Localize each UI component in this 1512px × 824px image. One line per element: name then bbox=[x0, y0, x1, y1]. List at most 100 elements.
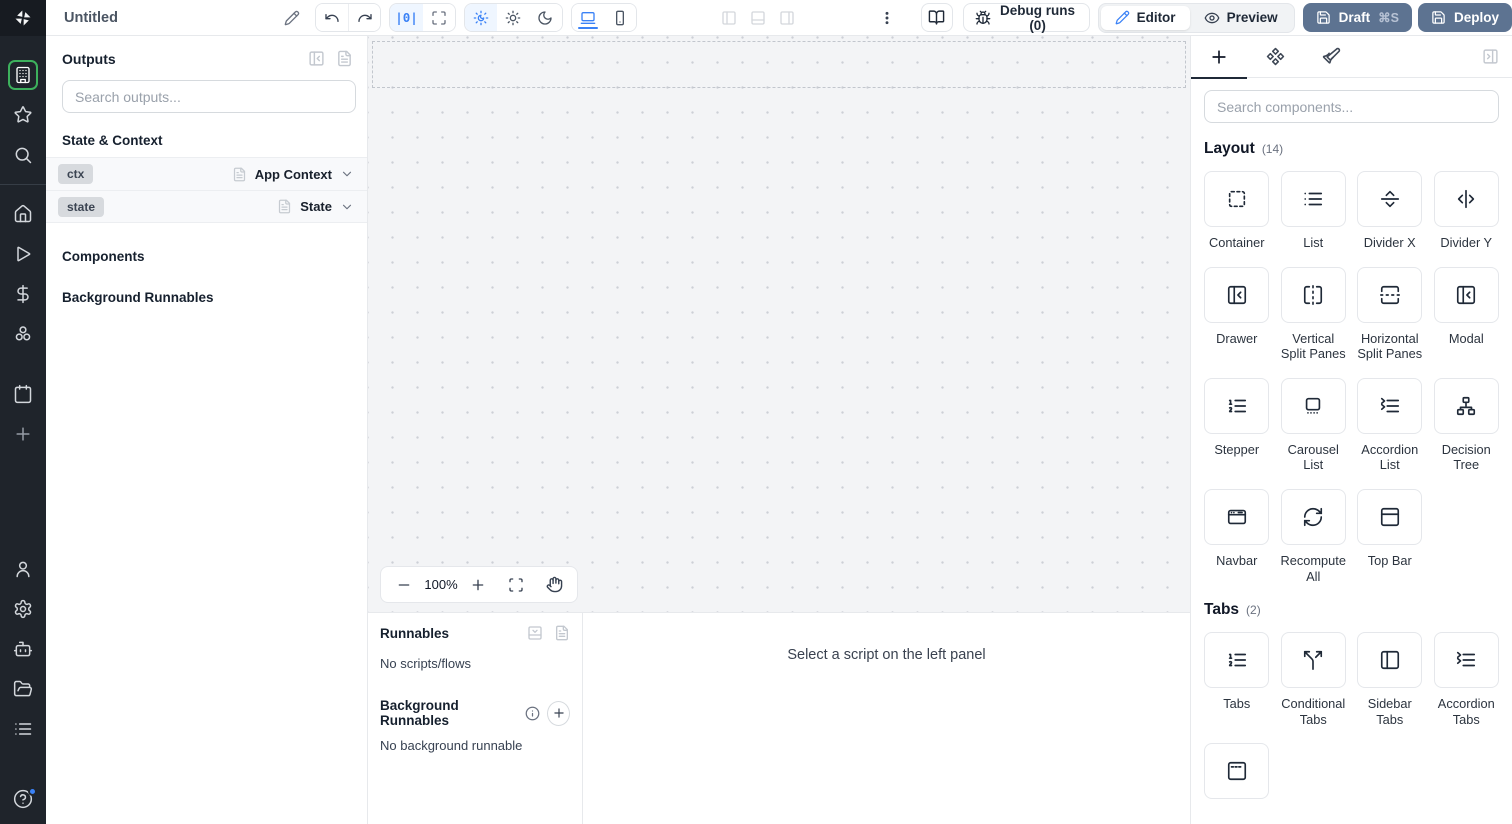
rail-item-search[interactable] bbox=[0, 138, 46, 172]
zoom-in-button[interactable] bbox=[463, 570, 493, 600]
pan-button[interactable] bbox=[539, 570, 569, 600]
component-card-accordion[interactable] bbox=[1357, 377, 1423, 434]
component-card-tabs[interactable] bbox=[1204, 632, 1270, 689]
rail-item-plus[interactable] bbox=[0, 417, 46, 451]
theme-dark-button[interactable] bbox=[529, 4, 562, 31]
draft-button[interactable]: Draft ⌘S bbox=[1302, 3, 1412, 32]
collapse-runnables-icon[interactable] bbox=[527, 625, 543, 641]
toggle-bottom-panel-icon[interactable] bbox=[750, 10, 766, 26]
hub-icon bbox=[13, 324, 33, 344]
component-card-top-bar[interactable] bbox=[1357, 489, 1423, 546]
output-row-state[interactable]: state State bbox=[46, 190, 367, 223]
undo-button[interactable] bbox=[315, 4, 349, 31]
tab-styling[interactable] bbox=[1303, 36, 1359, 78]
info-icon[interactable] bbox=[525, 706, 540, 721]
no-scripts-text: No scripts/flows bbox=[380, 656, 472, 671]
output-row-ctx[interactable]: ctx App Context bbox=[46, 157, 367, 190]
accordion-icon bbox=[1379, 395, 1401, 417]
collapse-outputs-icon[interactable] bbox=[308, 50, 325, 67]
toggle-left-panel-icon[interactable] bbox=[721, 10, 737, 26]
fit-view-button[interactable] bbox=[501, 570, 531, 600]
component-card-invisible-tabs[interactable] bbox=[1204, 743, 1270, 800]
windmill-logo[interactable] bbox=[0, 0, 46, 36]
outputs-title: Outputs bbox=[62, 50, 116, 67]
tab-insert-component[interactable] bbox=[1191, 36, 1247, 79]
deploy-button[interactable]: Deploy bbox=[1417, 3, 1512, 32]
component-card-recompute-all[interactable] bbox=[1280, 489, 1346, 546]
device-group bbox=[570, 3, 637, 32]
rail-bottom-group bbox=[0, 552, 46, 816]
zoom-out-button[interactable] bbox=[389, 570, 419, 600]
component-cell-recompute-all: Recompute All bbox=[1281, 489, 1347, 584]
rail-item-calendar[interactable] bbox=[0, 377, 46, 411]
search-components-input[interactable] bbox=[1204, 90, 1499, 123]
zoom-reset-button[interactable]: |0| bbox=[390, 4, 423, 31]
collapse-components-icon[interactable] bbox=[1482, 48, 1499, 65]
section-head: Tabs (2) bbox=[1204, 601, 1499, 619]
outputs-doc-icon[interactable] bbox=[336, 50, 353, 67]
theme-light-button[interactable] bbox=[497, 4, 530, 31]
component-card-divider-y[interactable] bbox=[1433, 171, 1499, 227]
rail-item-dollar-sign[interactable] bbox=[0, 277, 46, 311]
rail-item-bot[interactable] bbox=[0, 632, 46, 666]
rail-item-help-circle[interactable] bbox=[0, 782, 46, 816]
component-card-stepper[interactable] bbox=[1204, 377, 1270, 434]
component-card-container[interactable] bbox=[1204, 171, 1270, 227]
left-rail bbox=[0, 0, 46, 824]
rename-pencil-icon[interactable] bbox=[284, 10, 300, 26]
component-card-divider-x[interactable] bbox=[1357, 171, 1423, 227]
rail-item-folder-open[interactable] bbox=[0, 672, 46, 706]
tab-editor[interactable]: Editor bbox=[1100, 5, 1190, 30]
rail-item-list-rows[interactable] bbox=[0, 712, 46, 746]
save-icon bbox=[1316, 10, 1331, 25]
tab-component-settings[interactable] bbox=[1247, 36, 1303, 78]
more-menu-icon[interactable] bbox=[879, 10, 895, 26]
component-card-list-rows[interactable] bbox=[1280, 171, 1346, 227]
tab-preview[interactable]: Preview bbox=[1190, 6, 1292, 30]
component-card-modal[interactable] bbox=[1433, 266, 1499, 323]
redo-button[interactable] bbox=[348, 4, 381, 31]
component-card-decision-tree[interactable] bbox=[1433, 377, 1499, 434]
section-count: (2) bbox=[1246, 603, 1261, 618]
desktop-view-button[interactable] bbox=[571, 4, 604, 31]
stepper-icon bbox=[1226, 395, 1248, 417]
component-card-horizontal-split[interactable] bbox=[1357, 266, 1423, 323]
windmill-logo-icon bbox=[13, 8, 33, 28]
debug-runs-label: Debug runs (0) bbox=[1000, 2, 1076, 33]
rail-item-settings[interactable] bbox=[0, 592, 46, 626]
chevron-down-icon[interactable] bbox=[340, 167, 354, 181]
sun-icon bbox=[505, 10, 521, 26]
toggle-right-panel-icon[interactable] bbox=[779, 10, 795, 26]
component-label: Stepper bbox=[1214, 441, 1260, 457]
component-card-accordion-tabs[interactable] bbox=[1433, 632, 1499, 689]
theme-auto-button[interactable] bbox=[464, 4, 498, 31]
canvas-drop-placeholder[interactable] bbox=[372, 41, 1186, 88]
chevron-down-icon[interactable] bbox=[340, 200, 354, 214]
component-card-sidebar-tabs[interactable] bbox=[1357, 632, 1423, 689]
rail-item-star[interactable] bbox=[0, 98, 46, 132]
component-card-vertical-split[interactable] bbox=[1280, 266, 1346, 323]
rail-item-hub[interactable] bbox=[0, 317, 46, 351]
rail-item-user[interactable] bbox=[0, 552, 46, 586]
mobile-view-button[interactable] bbox=[603, 4, 636, 31]
runnables-doc-icon[interactable] bbox=[554, 625, 570, 641]
search-outputs-input[interactable] bbox=[62, 80, 356, 113]
rail-item-home[interactable] bbox=[0, 197, 46, 231]
component-cell-container: Container bbox=[1204, 171, 1270, 251]
zoom-toolbar: 100% bbox=[380, 566, 578, 603]
component-card-navbar[interactable] bbox=[1204, 489, 1270, 546]
add-background-runnable-button[interactable] bbox=[547, 700, 570, 726]
component-card-carousel[interactable] bbox=[1280, 377, 1346, 434]
runnables-panel: Runnables No scripts/flows Background Ru… bbox=[368, 613, 583, 824]
theme-group bbox=[463, 3, 563, 32]
settings-icon bbox=[13, 599, 33, 619]
fullscreen-button[interactable] bbox=[422, 4, 455, 31]
app-canvas[interactable]: 100% bbox=[368, 36, 1190, 612]
component-card-drawer[interactable] bbox=[1204, 266, 1270, 323]
plus-icon bbox=[13, 424, 33, 444]
rail-item-building[interactable] bbox=[0, 58, 46, 92]
component-card-conditional-tabs[interactable] bbox=[1280, 632, 1346, 689]
rail-item-play[interactable] bbox=[0, 237, 46, 271]
debug-runs-button[interactable]: Debug runs (0) bbox=[962, 2, 1090, 33]
docs-button[interactable] bbox=[920, 3, 953, 32]
